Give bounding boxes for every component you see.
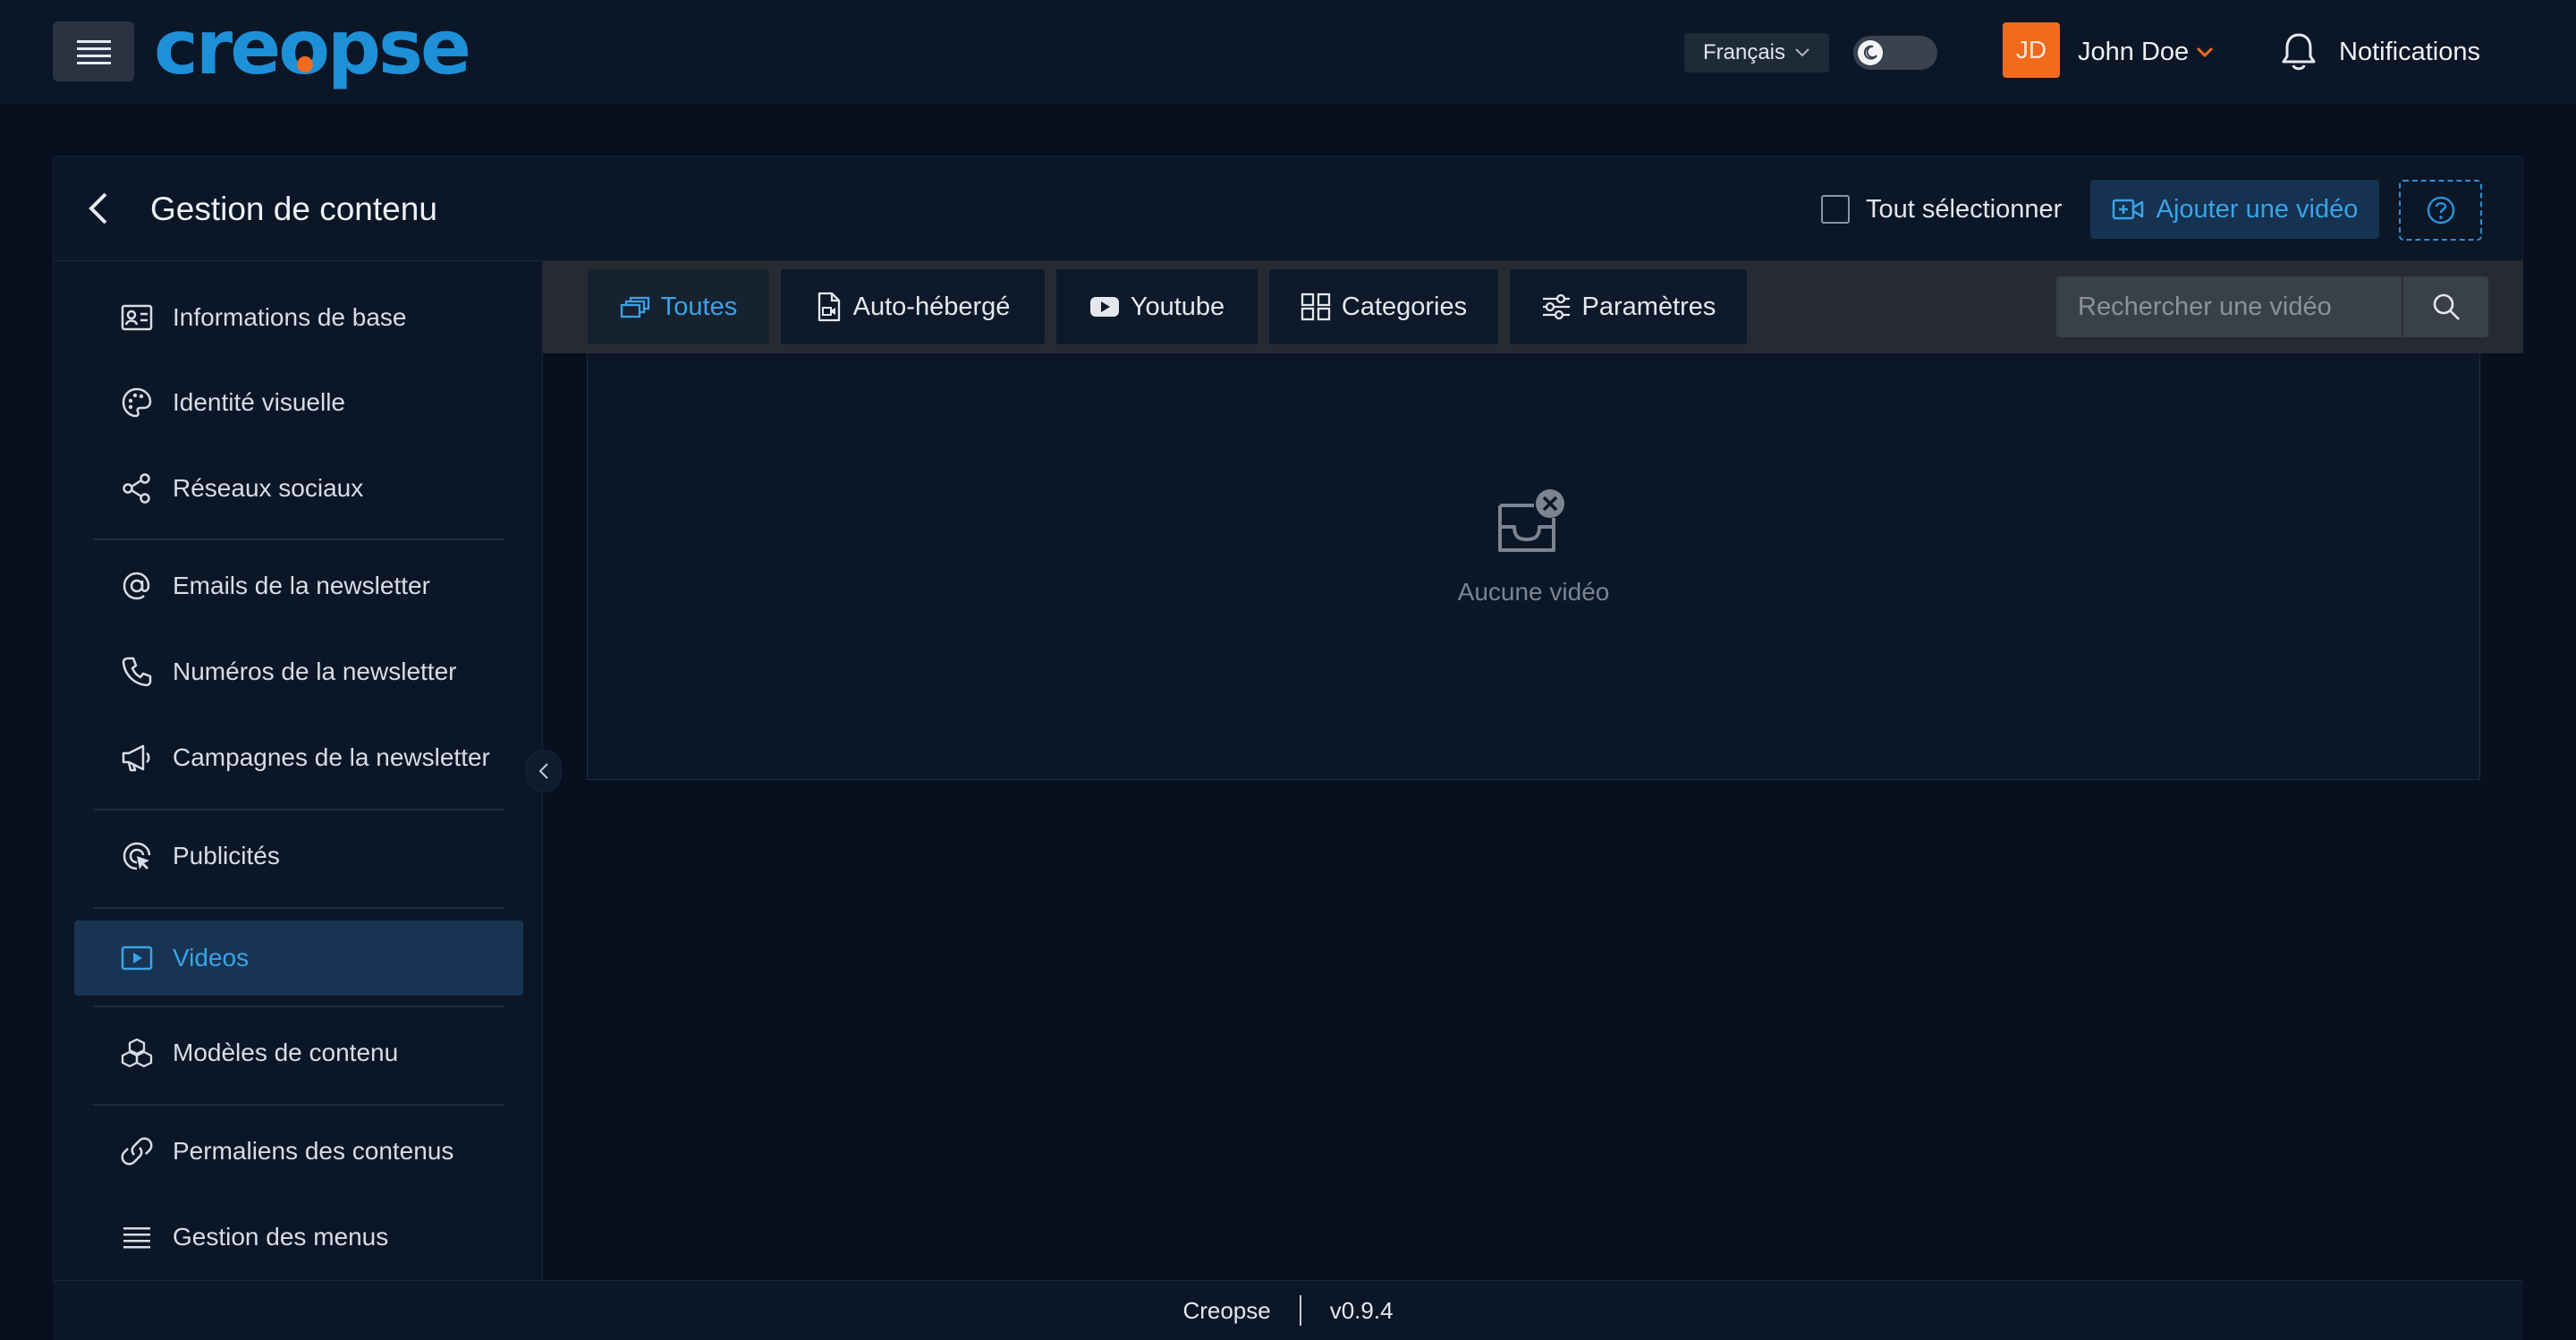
footer-divider [1299,1295,1301,1326]
select-all-label: Tout sélectionner [1866,194,2063,224]
video-tabs-bar: Toutes Auto-hébergé Youtube Categories P… [543,261,2523,353]
user-menu[interactable]: John Doe [2078,34,2214,70]
sidebar-item-label: Emails de la newsletter [173,572,430,599]
sidebar-item-videos[interactable]: Videos [74,920,523,996]
list-icon [119,1219,155,1255]
user-name: John Doe [2078,37,2190,66]
sidebar-item-label: Campagnes de la newsletter [173,743,490,771]
youtube-icon [1089,297,1119,317]
chevron-left-icon [89,192,107,225]
sidebar-item-label: Modèles de contenu [173,1039,399,1066]
sidebar-item-reseaux-sociaux[interactable]: Réseaux sociaux [74,451,523,526]
tab-toutes[interactable]: Toutes [588,269,769,344]
sidebar-item-campagnes-newsletter[interactable]: Campagnes de la newsletter [74,720,523,795]
svg-text:creopse: creopse [154,13,469,91]
sidebar-item-modeles-contenu[interactable]: Modèles de contenu [74,1015,523,1090]
select-all-checkbox[interactable]: Tout sélectionner [1821,191,2062,228]
chevron-down-icon [1795,48,1809,57]
add-video-button[interactable]: Ajouter une vidéo [2090,180,2379,239]
tab-auto-heberge[interactable]: Auto-hébergé [781,269,1045,344]
footer-version: v0.9.4 [1329,1296,1394,1324]
empty-state-text: Aucune vidéo [1457,578,1610,606]
language-selector[interactable]: Français [1684,33,1829,72]
footer: Creopse v0.9.4 [53,1280,2523,1340]
cubes-icon [119,1035,155,1071]
notifications-label: Notifications [2339,37,2480,66]
chevron-left-icon [538,763,548,779]
sidebar-item-numeros-newsletter[interactable]: Numéros de la newsletter [74,634,523,709]
tab-label: Categories [1341,292,1468,321]
sidebar-item-label: Permaliens des contenus [173,1137,454,1165]
ad-click-icon [119,838,155,874]
language-label: Français [1702,40,1786,64]
sidebar: Informations de base Identité visuelle R… [53,261,543,1280]
user-avatar[interactable]: JD [2003,22,2060,78]
help-button[interactable] [2399,180,2482,241]
tab-categories[interactable]: Categories [1269,269,1498,344]
question-circle-icon [2427,196,2454,225]
at-sign-icon [119,568,155,604]
share-icon [119,471,155,506]
menu-toggle-button[interactable] [53,21,134,81]
top-bar: creopse Français JD John Doe Notificatio… [0,0,2576,104]
footer-brand: Creopse [1182,1296,1271,1324]
video-plus-icon [2112,199,2143,220]
empty-inbox-icon [1498,489,1564,552]
search-button[interactable] [2402,276,2488,337]
sidebar-item-emails-newsletter[interactable]: Emails de la newsletter [74,548,523,623]
sidebar-item-label: Numéros de la newsletter [173,657,457,685]
tab-label: Paramètres [1581,292,1716,321]
sidebar-divider [93,907,504,909]
back-button[interactable] [80,189,120,228]
sidebar-item-gestion-menus[interactable]: Gestion des menus [74,1200,523,1275]
sidebar-item-label: Identité visuelle [173,388,346,416]
sidebar-divider [93,809,504,810]
page-title: Gestion de contenu [150,191,437,227]
palette-icon [119,385,155,420]
sidebar-item-label: Informations de base [173,303,407,331]
sidebar-collapse-button[interactable] [526,750,562,793]
tab-label: Youtube [1130,292,1225,321]
link-icon [119,1133,155,1169]
moon-icon [1863,45,1877,60]
sliders-icon [1542,293,1570,320]
add-video-label: Ajouter une vidéo [2156,194,2359,224]
notifications-button[interactable]: Notifications [2280,25,2480,79]
chevron-down-icon [2197,47,2214,58]
theme-toggle[interactable] [1853,36,1937,70]
search-video-input[interactable] [2056,276,2402,337]
tab-youtube[interactable]: Youtube [1056,269,1258,344]
megaphone-icon [119,740,155,776]
search-icon [2433,293,2460,320]
id-card-icon [119,300,155,335]
sidebar-item-identite-visuelle[interactable]: Identité visuelle [74,365,523,440]
sidebar-divider [93,539,504,540]
sidebar-item-permaliens[interactable]: Permaliens des contenus [74,1114,523,1189]
grid-icon [1301,293,1331,321]
video-icon [119,940,155,976]
creopse-logo[interactable]: creopse [152,13,483,93]
sidebar-item-label: Videos [173,944,250,971]
file-video-icon [818,292,840,322]
stack-icon [620,296,649,318]
sidebar-item-label: Publicités [173,842,280,869]
sidebar-item-publicites[interactable]: Publicités [74,818,523,894]
checkbox[interactable] [1821,195,1850,224]
bell-icon [2282,33,2316,71]
sidebar-item-label: Gestion des menus [173,1223,389,1251]
tab-label: Toutes [660,292,738,321]
tab-label: Auto-hébergé [852,292,1011,321]
page-header: Gestion de contenu Tout sélectionner Ajo… [53,156,2523,261]
theme-toggle-knob [1858,40,1883,65]
hamburger-icon [76,39,111,64]
video-list-panel: Aucune vidéo [587,353,2480,780]
sidebar-divider [93,1104,504,1106]
sidebar-item-informations-de-base[interactable]: Informations de base [74,280,523,355]
tab-parametres[interactable]: Paramètres [1510,269,1747,344]
phone-icon [119,654,155,690]
sidebar-divider [93,1005,504,1007]
sidebar-item-label: Réseaux sociaux [173,474,364,502]
